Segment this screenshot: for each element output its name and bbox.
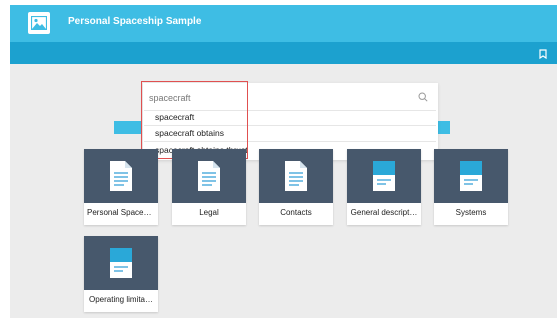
tile-thumbnail xyxy=(84,236,158,290)
tile-thumbnail xyxy=(434,149,508,203)
tile-label: General descript… xyxy=(350,208,418,217)
search-bar-accent-right xyxy=(438,121,450,134)
tile-thumbnail xyxy=(172,149,246,203)
book-icon xyxy=(110,248,132,278)
search-bar-accent-left xyxy=(114,121,142,134)
divider xyxy=(144,125,436,126)
tile-document[interactable]: Legal xyxy=(172,149,246,225)
tile-label: Systems xyxy=(455,208,487,217)
tile-label: Legal xyxy=(199,208,219,217)
tile-book[interactable]: General descript… xyxy=(347,149,421,225)
document-icon xyxy=(198,161,220,191)
toolbar xyxy=(10,42,557,64)
tile-label: Contacts xyxy=(280,208,312,217)
tile-thumbnail xyxy=(84,149,158,203)
divider xyxy=(144,110,436,111)
divider xyxy=(144,141,436,142)
tile-thumbnail xyxy=(347,149,421,203)
search-suggestion[interactable]: spacecraft xyxy=(155,112,194,122)
tile-book[interactable]: Operating limita… xyxy=(84,236,158,312)
search-icon[interactable] xyxy=(418,92,428,102)
book-icon xyxy=(373,161,395,191)
tile-label: Personal Spaces… xyxy=(87,208,155,217)
document-icon xyxy=(285,161,307,191)
bookmark-icon[interactable] xyxy=(537,47,549,60)
tile-document[interactable]: Contacts xyxy=(259,149,333,225)
tile-label: Operating limita… xyxy=(88,295,154,304)
app-title: Personal Spaceship Sample xyxy=(68,16,202,27)
tile-book[interactable]: Systems xyxy=(434,149,508,225)
tile-document[interactable]: Personal Spaces… xyxy=(84,149,158,225)
image-logo-icon[interactable] xyxy=(28,12,50,34)
search-input[interactable] xyxy=(149,90,409,106)
search-suggestion[interactable]: spacecraft obtains xyxy=(155,128,224,138)
tile-thumbnail xyxy=(259,149,333,203)
book-icon xyxy=(460,161,482,191)
app-header: Personal Spaceship Sample xyxy=(10,5,557,42)
document-icon xyxy=(110,161,132,191)
